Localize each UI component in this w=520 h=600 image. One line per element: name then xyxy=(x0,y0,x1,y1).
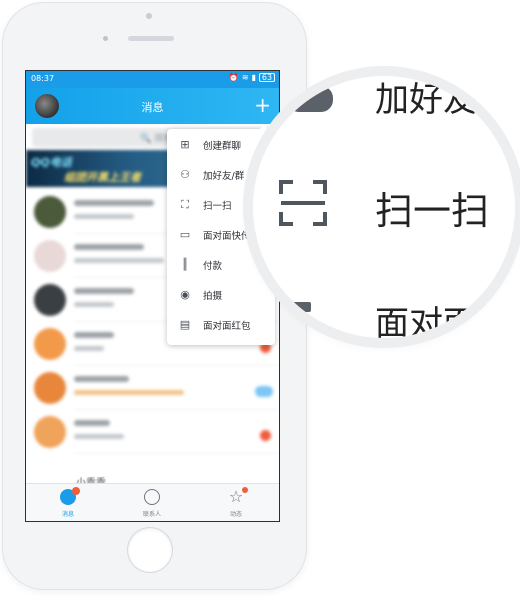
magnified-face-to-face-label: 面对面 xyxy=(375,304,477,338)
create-group-chat-icon: ⊞ xyxy=(180,138,190,151)
avatar xyxy=(34,196,66,228)
add-friend-icon xyxy=(287,86,333,112)
unread-badge xyxy=(260,430,271,441)
menu-item-payment[interactable]: ║ 付款 xyxy=(167,250,275,280)
status-time: 08:37 xyxy=(31,74,55,83)
page-title: 消息 xyxy=(141,101,164,114)
menu-item-label: 付款 xyxy=(203,261,223,272)
camera-icon: ◉ xyxy=(180,288,190,301)
barcode-payment-icon: ║ xyxy=(181,258,189,271)
plus-menu-button[interactable]: + xyxy=(254,93,271,117)
avatar xyxy=(34,328,66,360)
face-to-face-transfer-icon: ▭ xyxy=(179,228,191,241)
alarm-icon: ⏰ xyxy=(228,73,239,82)
menu-item-camera[interactable]: ◉ 拍摄 xyxy=(167,280,275,310)
menu-item-red-packet[interactable]: ▤ 面对面红包 xyxy=(167,310,275,340)
scan-icon xyxy=(279,180,327,226)
unread-badge xyxy=(255,386,273,397)
wifi-icon: ≋ xyxy=(241,73,249,82)
menu-item-label: 扫一扫 xyxy=(203,201,232,212)
banner-subtitle: 组团开黑上王者 xyxy=(64,171,141,184)
menu-item-label: 面对面红包 xyxy=(203,321,251,332)
scan-icon: ⛶ xyxy=(181,198,189,211)
zoom-magnifier: 加好友 扫一扫 面对面 xyxy=(253,76,515,338)
list-item[interactable] xyxy=(26,366,279,410)
menu-item-label: 创建群聊 xyxy=(203,141,242,152)
tab-label: 联系人 xyxy=(142,511,161,518)
tab-label: 动态 xyxy=(229,511,242,518)
phone-screen: 08:37 ⏰ ≋ ▮ 63 消息 + 🔍 搜索 QQ电话 组团开黑上王者 消息… xyxy=(25,70,280,522)
tab-messages[interactable]: 消息 xyxy=(26,484,110,521)
avatar xyxy=(34,284,66,316)
add-friend-icon: ⚇ xyxy=(180,168,190,181)
face-to-face-transfer-icon xyxy=(287,302,311,312)
title-bar: 消息 + xyxy=(26,88,279,124)
tab-label: 消息 xyxy=(61,511,74,518)
face-to-face-red-packet-icon: ▤ xyxy=(179,318,191,331)
front-camera xyxy=(146,13,152,19)
unread-badge xyxy=(72,487,80,495)
banner-title: QQ电话 xyxy=(31,156,72,169)
menu-item-create-group[interactable]: ⊞ 创建群聊 xyxy=(167,130,275,160)
signal-icon: ▮ xyxy=(251,73,256,82)
status-bar: 08:37 ⏰ ≋ ▮ 63 xyxy=(26,71,279,88)
proximity-sensor xyxy=(103,36,108,41)
menu-item-label: 拍摄 xyxy=(203,291,223,302)
earpiece-speaker xyxy=(128,36,174,41)
tab-contacts[interactable]: 联系人 xyxy=(110,484,194,521)
avatar xyxy=(34,416,66,448)
tab-dynamics[interactable]: ☆ 动态 xyxy=(194,484,278,521)
avatar xyxy=(34,372,66,404)
avatar xyxy=(34,240,66,272)
contacts-icon xyxy=(144,489,160,505)
battery-icon: 63 xyxy=(259,73,275,82)
status-icons: ⏰ ≋ ▮ 63 xyxy=(229,73,275,82)
notification-dot xyxy=(242,487,248,493)
phone-mockup: 08:37 ⏰ ≋ ▮ 63 消息 + 🔍 搜索 QQ电话 组团开黑上王者 消息… xyxy=(0,0,520,600)
magnified-scan-label: 扫一扫 xyxy=(375,189,490,233)
menu-item-label: 加好友/群 xyxy=(203,171,245,182)
magnified-add-friend-label: 加好友 xyxy=(375,80,477,120)
list-item[interactable] xyxy=(26,410,279,454)
menu-item-label: 面对面快传 xyxy=(203,231,251,242)
tab-bar: 消息 联系人 ☆ 动态 xyxy=(26,483,279,521)
home-button[interactable] xyxy=(128,528,172,572)
